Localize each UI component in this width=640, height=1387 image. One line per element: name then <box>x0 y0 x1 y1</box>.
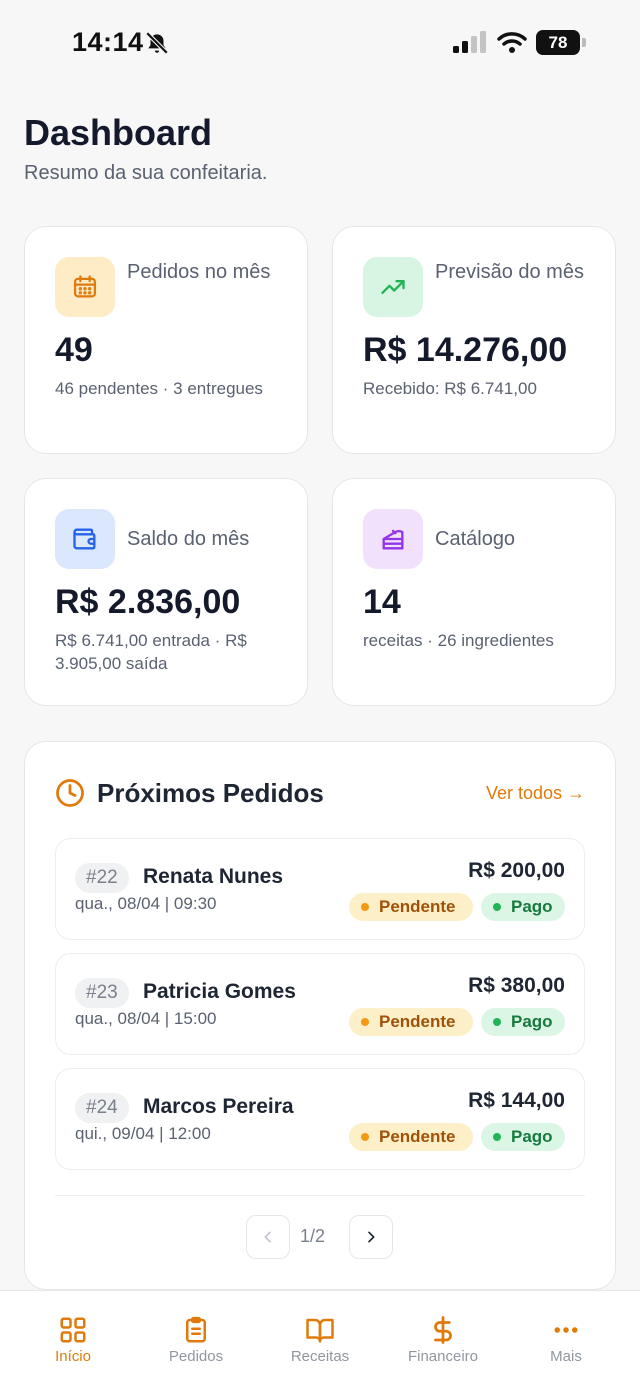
order-date: qui., 09/04 | 12:00 <box>75 1124 211 1143</box>
stat-value: 14 <box>363 583 401 621</box>
stat-sub: 46 pendentes · 3 entregues <box>55 379 263 398</box>
clock-icon <box>56 779 84 807</box>
status-badge-pending: Pendente <box>349 1123 473 1151</box>
page-subtitle: Resumo da sua confeitaria. <box>24 162 268 184</box>
order-row[interactable]: #23 Patricia Gomes qua., 08/04 | 15:00 R… <box>55 953 585 1055</box>
payment-badge-paid: Pago <box>481 893 565 921</box>
stat-label: Saldo do mês <box>127 528 250 550</box>
cake-icon <box>363 509 423 569</box>
status-badge-pending: Pendente <box>349 893 473 921</box>
more-icon <box>554 1327 578 1333</box>
next-page-button[interactable] <box>349 1215 393 1259</box>
signal-icon <box>453 31 486 53</box>
section-title: Próximos Pedidos <box>97 778 324 808</box>
nav-label: Receitas <box>290 1348 350 1365</box>
status-time: 14:14 <box>72 27 144 57</box>
stat-value: 49 <box>55 331 93 369</box>
clipboard-icon <box>186 1316 206 1343</box>
order-date: qua., 08/04 | 15:00 <box>75 1009 217 1028</box>
order-amount: R$ 144,00 <box>468 1089 565 1112</box>
nav-label: Pedidos <box>168 1348 224 1365</box>
wifi-icon <box>497 32 527 53</box>
order-id-badge: #22 <box>75 863 129 893</box>
status-badge-pending: Pendente <box>349 1008 473 1036</box>
stat-card-orders[interactable]: Pedidos no mês 49 46 pendentes · 3 entre… <box>24 226 308 454</box>
stat-label: Catálogo <box>435 528 516 550</box>
stat-card-catalog[interactable]: Catálogo 14 receitas · 26 ingredientes <box>332 478 616 706</box>
stat-card-forecast[interactable]: Previsão do mês R$ 14.276,00 Recebido: R… <box>332 226 616 454</box>
chevron-left-icon <box>264 1231 271 1243</box>
book-icon <box>306 1318 334 1343</box>
view-all-link[interactable]: Ver todos → <box>486 783 585 804</box>
battery-icon: 78 <box>536 30 586 55</box>
dollar-icon <box>434 1316 452 1344</box>
upcoming-orders-card: Próximos Pedidos Ver todos → #22 Renata … <box>24 741 616 1290</box>
grid-icon <box>60 1317 86 1343</box>
wallet-icon <box>55 509 115 569</box>
payment-badge-paid: Pago <box>481 1008 565 1036</box>
customer-name: Renata Nunes <box>143 865 284 888</box>
stat-label: Previsão do mês <box>435 261 584 283</box>
payment-badge-paid: Pago <box>481 1123 565 1151</box>
order-id-badge: #23 <box>75 978 129 1008</box>
customer-name: Marcos Pereira <box>143 1095 294 1118</box>
order-row[interactable]: #22 Renata Nunes qua., 08/04 | 09:30 R$ … <box>55 838 585 940</box>
nav-label: Mais <box>550 1348 582 1365</box>
stat-sub: Recebido: R$ 6.741,00 <box>363 379 537 398</box>
prev-page-button[interactable] <box>246 1215 290 1259</box>
nav-item-inicio[interactable]: Início <box>9 1291 137 1387</box>
page-indicator: 1/2 <box>300 1226 326 1246</box>
status-bar: 14:14 78 <box>0 0 640 88</box>
bottom-nav: Início Pedidos Receitas Financeiro Mais <box>0 1290 640 1387</box>
order-amount: R$ 200,00 <box>468 859 565 882</box>
bell-muted-icon <box>145 31 169 55</box>
stat-value: R$ 2.836,00 <box>55 583 241 621</box>
trending-up-icon <box>363 257 423 317</box>
nav-label: Financeiro <box>407 1348 479 1365</box>
nav-item-financeiro[interactable]: Financeiro <box>379 1291 507 1387</box>
chevron-right-icon <box>368 1231 375 1243</box>
stat-label: Pedidos no mês <box>127 261 271 283</box>
nav-item-receitas[interactable]: Receitas <box>256 1291 384 1387</box>
stat-value: R$ 14.276,00 <box>363 331 568 369</box>
order-row[interactable]: #24 Marcos Pereira qui., 09/04 | 12:00 R… <box>55 1068 585 1170</box>
page-title: Dashboard <box>24 112 213 153</box>
nav-item-mais[interactable]: Mais <box>502 1291 630 1387</box>
order-id-badge: #24 <box>75 1093 129 1123</box>
stat-sub: receitas · 26 ingredientes <box>363 631 554 650</box>
divider <box>55 1195 585 1196</box>
order-date: qua., 08/04 | 09:30 <box>75 894 217 913</box>
calendar-icon <box>55 257 115 317</box>
stat-sub: R$ 6.741,00 entrada · R$ 3.905,00 saída <box>55 631 247 673</box>
order-amount: R$ 380,00 <box>468 974 565 997</box>
nav-item-pedidos[interactable]: Pedidos <box>132 1291 260 1387</box>
battery-level: 78 <box>536 30 580 55</box>
nav-label: Início <box>55 1348 91 1365</box>
stat-card-balance[interactable]: Saldo do mês R$ 2.836,00 R$ 6.741,00 ent… <box>24 478 308 706</box>
customer-name: Patricia Gomes <box>143 980 296 1003</box>
